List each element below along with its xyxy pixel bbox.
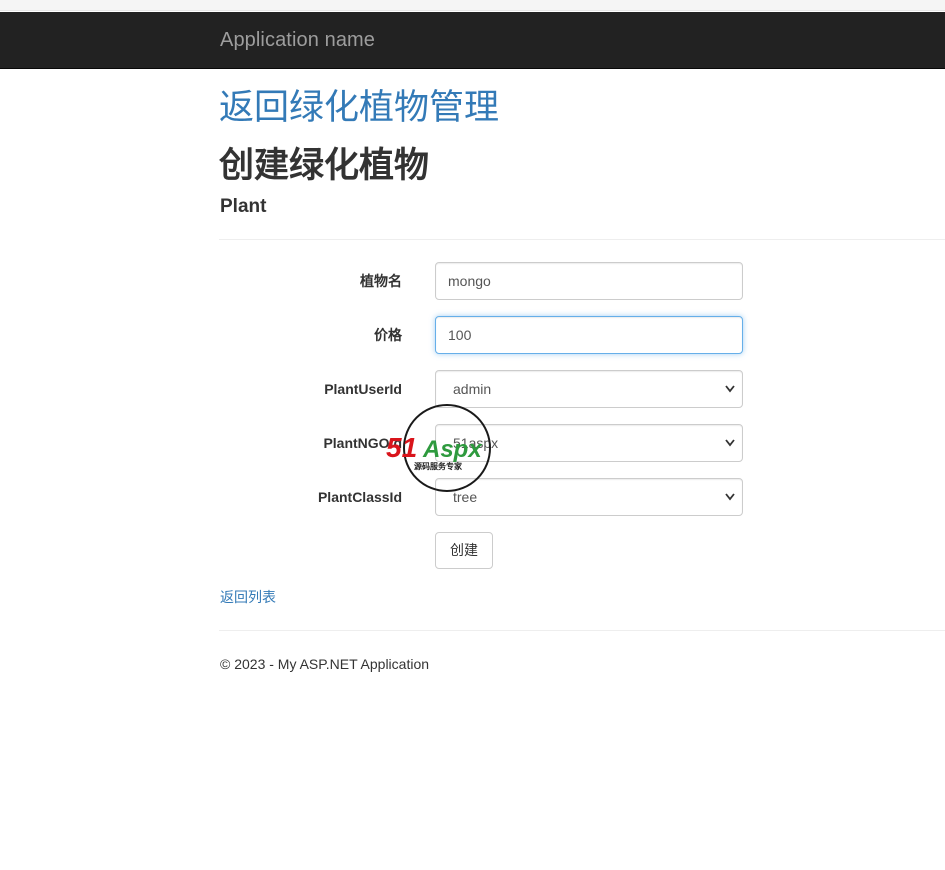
svg-text:51: 51 [386, 432, 417, 463]
page-title: 创建绿化植物 [219, 146, 430, 185]
back-to-management-link[interactable]: 返回绿化植物管理 [219, 88, 499, 128]
plant-class-id-label: PlantClassId [317, 489, 402, 505]
svg-text:Aspx: Aspx [422, 436, 483, 463]
plant-user-id-label: PlantUserId [324, 381, 402, 397]
footer-copyright: © 2023 - My ASP.NET Application [220, 656, 430, 672]
51aspx-watermark-logo: 51 Aspx 源码服务专家 [386, 404, 491, 492]
navbar: Application name [0, 12, 945, 69]
divider [219, 239, 945, 240]
svg-text:源码服务专家: 源码服务专家 [414, 461, 463, 471]
footer-divider [219, 630, 945, 631]
plant-name-input[interactable] [435, 262, 743, 300]
price-label: 价格 [374, 327, 402, 343]
chevron-down-icon [725, 385, 735, 393]
browser-top-strip [0, 0, 945, 11]
create-button[interactable]: 创建 [435, 532, 493, 569]
price-input[interactable] [435, 316, 743, 354]
plant-ngo-id-label: PlantNGOId [323, 435, 402, 451]
page-subtitle: Plant [220, 196, 267, 217]
chevron-down-icon [725, 493, 735, 501]
back-to-list-link[interactable]: 返回列表 [220, 587, 276, 607]
chevron-down-icon [725, 439, 735, 447]
plant-name-label: 植物名 [360, 273, 402, 289]
navbar-brand[interactable]: Application name [220, 29, 375, 52]
plant-user-id-value: admin [453, 381, 492, 397]
